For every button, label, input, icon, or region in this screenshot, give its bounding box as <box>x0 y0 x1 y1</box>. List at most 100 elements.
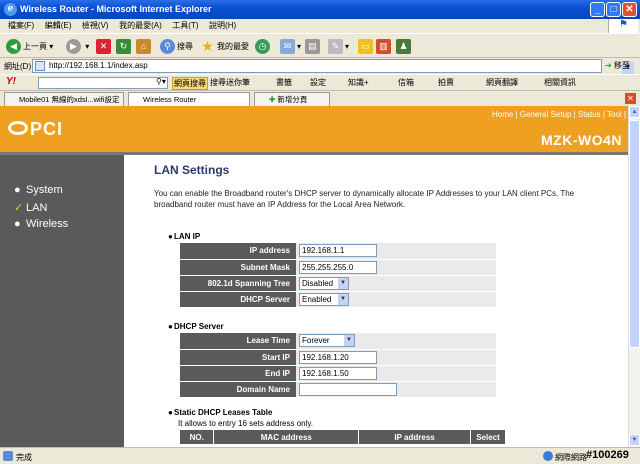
back-button[interactable]: ◀ 上一頁 ▾ <box>6 38 53 55</box>
static-leases-table: NO. MAC address IP address Select <box>180 430 506 444</box>
yahoo-item-settings[interactable]: 設定 <box>310 77 326 88</box>
page-done-icon <box>3 451 13 461</box>
yahoo-search-input[interactable] <box>38 77 168 89</box>
research-icon: ▥ <box>376 39 391 55</box>
print-button[interactable]: ▤ <box>305 38 322 55</box>
vertical-scrollbar[interactable]: ▲ ▼ <box>628 106 640 447</box>
start-ip-input[interactable]: 192.168.1.20 <box>299 350 377 364</box>
maximize-button[interactable]: □ <box>606 2 621 17</box>
messenger-button[interactable]: ▭ <box>358 38 375 55</box>
menu-tools[interactable]: 工具(T) <box>172 20 198 31</box>
ip-address-label: IP address <box>180 243 296 260</box>
lease-time-select[interactable]: Forever ▼ <box>299 334 355 348</box>
tab-new[interactable]: ✚ 新增分頁 <box>254 92 330 107</box>
stop-button[interactable]: ✕ <box>96 38 113 55</box>
menu-file[interactable]: 檔案(F) <box>8 20 34 31</box>
yahoo-search-icon[interactable]: ⚲▾ <box>156 77 166 86</box>
nav-lan[interactable]: ✓ LAN <box>14 201 47 214</box>
search-button[interactable]: ⚲ 搜尋 <box>160 38 193 55</box>
router-logo: PCI <box>8 119 63 140</box>
yahoo-item-related[interactable]: 相關資訊 <box>544 77 576 88</box>
ip-address-input[interactable]: 192.168.1.1 <box>299 244 377 258</box>
mail-button[interactable]: ✉ ▾ <box>280 38 301 55</box>
col-ip: IP address <box>358 430 471 444</box>
yahoo-item-translate[interactable]: 網頁翻譯 <box>486 77 518 88</box>
yahoo-item-mail[interactable]: 信箱 <box>398 77 414 88</box>
close-button[interactable]: ✕ <box>622 2 637 17</box>
forward-button[interactable]: ▶ ▾ <box>66 38 89 55</box>
research-button[interactable]: ▥ <box>376 38 393 55</box>
home-icon: ⌂ <box>136 39 151 55</box>
dhcp-server-label: DHCP Server <box>180 291 296 308</box>
refresh-button[interactable]: ↻ <box>116 38 133 55</box>
menu-help[interactable]: 說明(H) <box>209 20 236 31</box>
logo-ring-icon <box>8 121 28 136</box>
address-input[interactable]: http://192.168.1.1/index.asp ▼ <box>32 59 634 74</box>
back-arrow-icon: ◀ <box>6 39 21 55</box>
toolbar: ◀ 上一頁 ▾ ▶ ▾ ✕ ↻ ⌂ ⚲ 搜尋 ★ 我的最愛 ◷ ✉ ▾ ▤ ✎ ▾ ▭ ▥… <box>0 33 640 58</box>
stop-icon: ✕ <box>96 39 111 55</box>
top-links[interactable]: Home | General Setup | Status | Tool | <box>492 110 626 119</box>
edit-button[interactable]: ✎ ▾ <box>328 38 349 55</box>
yahoo-item-auction[interactable]: 拍賣 <box>438 77 454 88</box>
yahoo-item-mininote[interactable]: 迷你筆 <box>226 77 250 88</box>
col-mac: MAC address <box>213 430 360 444</box>
home-button[interactable]: ⌂ <box>136 38 153 55</box>
scroll-thumb[interactable] <box>629 120 640 348</box>
yahoo-web-search[interactable]: 網頁搜尋 <box>172 77 208 90</box>
yahoo-item-search[interactable]: 搜尋 <box>210 77 226 88</box>
page-description: You can enable the Broadband router's DH… <box>154 189 575 209</box>
tab-bar: Mobile01 無線的xdsl...wifi設定 Wireless Route… <box>0 90 640 107</box>
forward-arrow-icon: ▶ <box>66 39 81 55</box>
tab-close-icon[interactable]: ✕ <box>625 93 636 104</box>
scroll-up-icon[interactable]: ▲ <box>629 106 640 118</box>
menu-view[interactable]: 檢視(V) <box>82 20 109 31</box>
nav-wireless[interactable]: ● Wireless <box>14 218 68 230</box>
lease-time-label: Lease Time <box>180 333 296 350</box>
lan-ip-heading: ●LAN IP <box>168 232 201 241</box>
menu-edit[interactable]: 編輯(E) <box>45 20 72 31</box>
start-ip-label: Start IP <box>180 349 296 366</box>
msn-button[interactable]: ♟ <box>396 38 413 55</box>
sidebar: ● System ✓ LAN ● Wireless <box>0 155 124 447</box>
menu-favorites[interactable]: 我的最愛(A) <box>119 20 162 31</box>
go-arrow-icon: ➔ <box>605 61 612 70</box>
yahoo-logo[interactable]: Y! <box>6 76 16 87</box>
address-url: http://192.168.1.1/index.asp <box>49 61 148 70</box>
internet-zone-icon <box>543 451 553 461</box>
subnet-mask-input[interactable]: 255.255.255.0 <box>299 260 377 274</box>
tab-mobile01[interactable]: Mobile01 無線的xdsl...wifi設定 <box>4 92 124 107</box>
windows-logo-icon: ⚑ <box>608 19 638 33</box>
dhcp-server-select[interactable]: Enabled ▼ <box>299 292 349 306</box>
yahoo-item-knowledge[interactable]: 知識+ <box>348 77 369 88</box>
model-name: MZK-WO4N <box>541 132 622 148</box>
go-button[interactable]: ➔ 移至 <box>605 58 630 74</box>
col-no: NO. <box>180 430 215 444</box>
page-title: LAN Settings <box>154 163 230 177</box>
domain-name-input[interactable] <box>299 382 397 396</box>
yahoo-item-bookmarks[interactable]: 書籤 <box>276 77 292 88</box>
lan-ip-table: IP address 192.168.1.1 Subnet Mask 255.2… <box>180 243 496 308</box>
spanning-tree-label: 802.1d Spanning Tree <box>180 275 296 292</box>
scroll-down-icon[interactable]: ▼ <box>629 434 640 446</box>
note-icon: ▭ <box>358 39 373 55</box>
menu-bar: 檔案(F) 編輯(E) 檢視(V) 我的最愛(A) 工具(T) 說明(H) <box>0 19 640 33</box>
subnet-mask-label: Subnet Mask <box>180 259 296 276</box>
star-icon: ★ <box>201 38 214 55</box>
nav-system[interactable]: ● System <box>14 184 63 196</box>
tab-wireless-router[interactable]: Wireless Router <box>128 92 250 107</box>
status-bar: 完成 網際網路 #100269 <box>0 447 640 464</box>
history-button[interactable]: ◷ <box>255 38 272 55</box>
chevron-down-icon: ▼ <box>344 335 354 347</box>
window-title-bar: e Wireless Router - Microsoft Internet E… <box>0 0 640 19</box>
main-content: LAN Settings You can enable the Broadban… <box>124 155 628 447</box>
end-ip-input[interactable]: 192.168.1.50 <box>299 366 377 380</box>
watermark: #100269 <box>586 449 629 461</box>
favorites-button[interactable]: ★ 我的最愛 <box>200 38 249 55</box>
minimize-button[interactable]: _ <box>590 2 605 17</box>
spanning-tree-select[interactable]: Disabled ▼ <box>299 276 349 290</box>
window-title: Wireless Router - Microsoft Internet Exp… <box>20 4 212 14</box>
static-leases-note: It allows to entry 16 sets address only. <box>178 419 314 428</box>
plus-icon: ✚ <box>269 95 276 104</box>
domain-name-label: Domain Name <box>180 381 296 398</box>
